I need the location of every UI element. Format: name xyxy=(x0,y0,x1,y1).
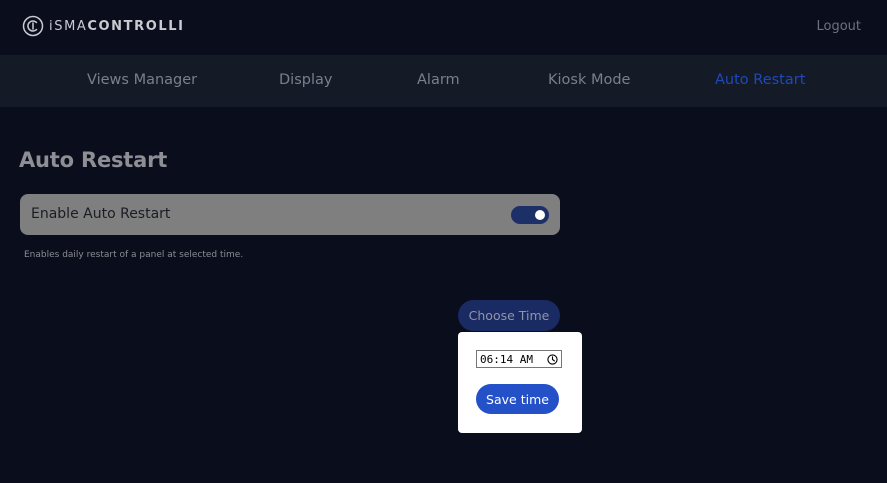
choose-time-button[interactable]: Choose Time xyxy=(458,300,560,331)
tab-alarm[interactable]: Alarm xyxy=(417,72,460,88)
main-nav: Views Manager Display Alarm Kiosk Mode A… xyxy=(0,55,887,107)
brand-name-bold: CONTROLLI xyxy=(87,18,185,34)
setting-row-auto-restart: Enable Auto Restart xyxy=(20,194,560,235)
brand-name-light: iSMA xyxy=(49,18,88,34)
toggle-knob xyxy=(535,210,545,220)
brand-name: iSMACONTROLLI xyxy=(49,19,185,34)
page-title: Auto Restart xyxy=(19,148,168,172)
time-picker-popup: 06:14 AM Save time xyxy=(458,332,582,433)
save-time-button[interactable]: Save time xyxy=(476,384,559,414)
ismacontrolli-logo-icon xyxy=(22,15,44,37)
time-input-value: 06:14 AM xyxy=(480,352,533,366)
clock-icon[interactable] xyxy=(547,353,558,365)
time-input[interactable]: 06:14 AM xyxy=(476,350,562,368)
tab-views-manager[interactable]: Views Manager xyxy=(87,72,197,88)
auto-restart-toggle[interactable] xyxy=(511,206,549,224)
app-window: iSMACONTROLLI Logout Views Manager Displ… xyxy=(0,0,887,483)
tab-auto-restart[interactable]: Auto Restart xyxy=(715,72,805,88)
setting-description: Enables daily restart of a panel at sele… xyxy=(24,250,244,260)
setting-label: Enable Auto Restart xyxy=(31,206,171,222)
brand-logo: iSMACONTROLLI xyxy=(22,15,185,37)
tab-kiosk-mode[interactable]: Kiosk Mode xyxy=(548,72,630,88)
header-bar: iSMACONTROLLI Logout xyxy=(0,0,887,54)
logout-link[interactable]: Logout xyxy=(816,19,861,34)
tab-display[interactable]: Display xyxy=(279,72,332,88)
